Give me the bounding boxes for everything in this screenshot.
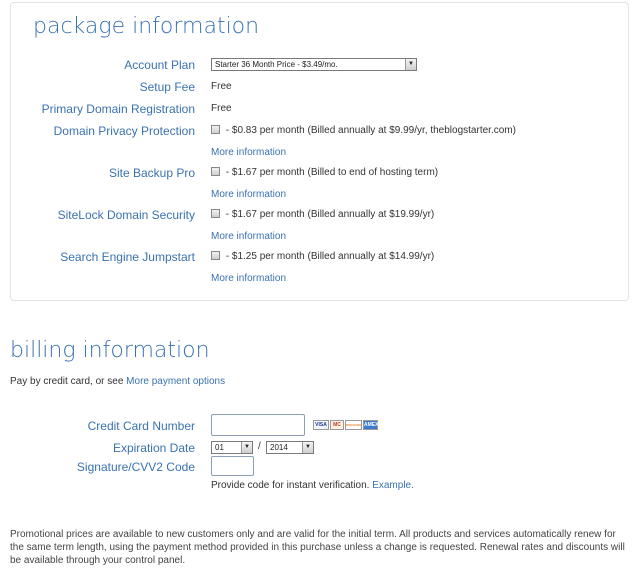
search-jumpstart-option: - $1.25 per month (Billed annually at $1…	[211, 251, 434, 262]
account-plan-select[interactable]: Starter 36 Month Price - $3.49/mo. ▼	[211, 58, 417, 71]
cvv-label: Signature/CVV2 Code	[76, 460, 195, 474]
cvv-hint-text: Provide code for instant verification.	[211, 480, 373, 491]
site-backup-checkbox[interactable]	[211, 167, 220, 176]
site-backup-price: - $1.67 per month (Billed to end of host…	[223, 167, 439, 178]
cvv-input[interactable]	[211, 456, 254, 476]
cvv-hint: Provide code for instant verification. E…	[211, 480, 414, 491]
mastercard-icon: MC	[330, 420, 344, 430]
search-jumpstart-price: - $1.25 per month (Billed annually at $1…	[223, 251, 435, 262]
setup-fee-value: Free	[211, 81, 232, 92]
exp-year-value: 2014	[270, 443, 288, 452]
pay-by-prefix: Pay by credit card, or see	[10, 376, 127, 387]
exp-month-value: 01	[215, 443, 224, 452]
site-backup-label: Site Backup Pro	[108, 166, 195, 180]
chevron-down-icon: ▼	[405, 59, 416, 70]
primary-domain-label: Primary Domain Registration	[41, 102, 195, 116]
pay-by-text: Pay by credit card, or see More payment …	[10, 376, 225, 387]
search-jumpstart-more-link[interactable]: More information	[211, 273, 286, 284]
sitelock-checkbox[interactable]	[211, 209, 220, 218]
domain-privacy-price: - $0.83 per month (Billed annually at $9…	[223, 125, 516, 136]
domain-privacy-checkbox[interactable]	[211, 125, 220, 134]
sitelock-label: SiteLock Domain Security	[57, 208, 195, 222]
sitelock-price: - $1.67 per month (Billed annually at $1…	[223, 209, 435, 220]
account-plan-label: Account Plan	[124, 58, 195, 72]
billing-title: billing information	[10, 338, 210, 363]
domain-privacy-option: - $0.83 per month (Billed annually at $9…	[211, 125, 516, 136]
domain-privacy-label: Domain Privacy Protection	[53, 124, 195, 138]
amex-icon: AMEX	[363, 420, 379, 430]
exp-month-select[interactable]: 01 ▼	[211, 441, 253, 454]
setup-fee-label: Setup Fee	[139, 80, 195, 94]
exp-year-select[interactable]: 2014 ▼	[266, 441, 314, 454]
chevron-down-icon: ▼	[302, 442, 313, 453]
visa-icon: VISA	[313, 420, 329, 430]
chevron-down-icon: ▼	[241, 442, 252, 453]
sitelock-option: - $1.67 per month (Billed annually at $1…	[211, 209, 434, 220]
search-jumpstart-checkbox[interactable]	[211, 251, 220, 260]
site-backup-option: - $1.67 per month (Billed to end of host…	[211, 167, 438, 178]
promotional-note: Promotional prices are available to new …	[10, 529, 625, 566]
cvv-example-link[interactable]: Example.	[372, 480, 414, 491]
card-number-label: Credit Card Number	[87, 419, 195, 433]
more-payment-options-link[interactable]: More payment options	[126, 376, 225, 387]
search-jumpstart-label: Search Engine Jumpstart	[60, 250, 195, 264]
account-plan-value: Starter 36 Month Price - $3.49/mo.	[215, 60, 338, 69]
discover-icon: DISCOVER	[345, 420, 362, 430]
expiration-label: Expiration Date	[112, 441, 195, 455]
exp-separator: /	[258, 441, 261, 452]
domain-privacy-more-link[interactable]: More information	[211, 147, 286, 158]
site-backup-more-link[interactable]: More information	[211, 189, 286, 200]
primary-domain-value: Free	[211, 103, 232, 114]
card-number-input[interactable]	[211, 414, 305, 436]
sitelock-more-link[interactable]: More information	[211, 231, 286, 242]
package-title: package information	[33, 14, 260, 39]
